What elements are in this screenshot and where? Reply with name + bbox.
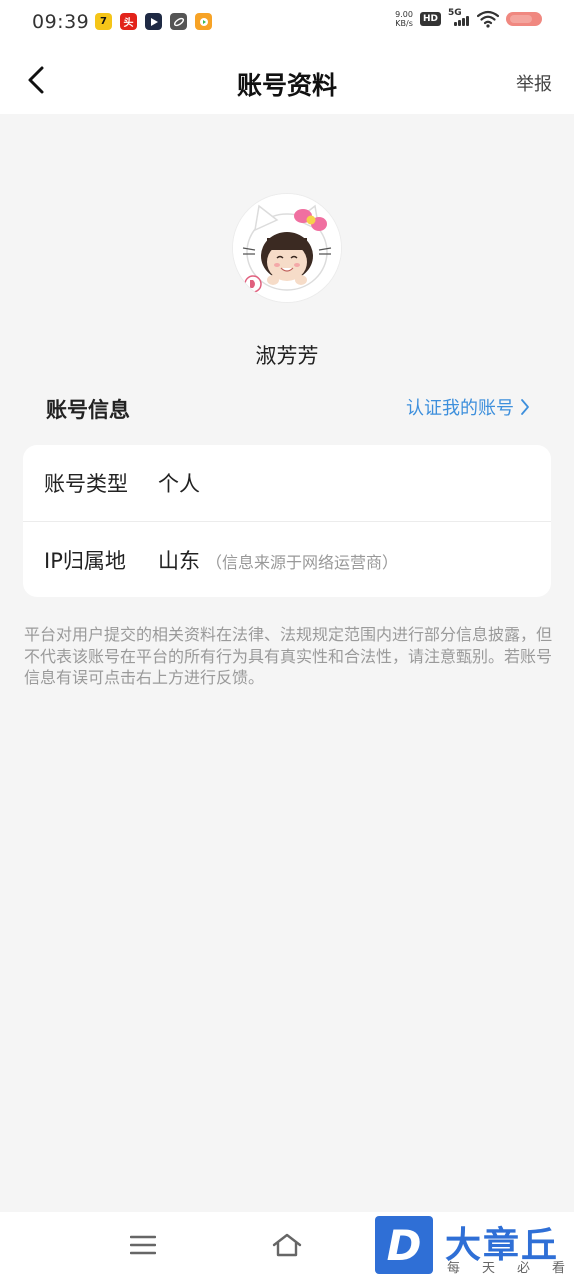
network-speed-value: 9.00 [395,10,413,19]
account-type-row: 账号类型 个人 [23,445,551,521]
nickname: 淑芳芳 [255,344,319,368]
disclaimer-text: 平台对用户提交的相关资料在法律、法规规定范围内进行部分信息披露，但不代表该账号在… [24,625,553,687]
app-7-icon: 7 [95,13,112,30]
player-app-icon [195,13,212,30]
video-app-icon [145,13,162,30]
verify-account-link[interactable]: 认证我的账号 [406,394,530,420]
wifi-icon [477,10,499,28]
ip-location-label: IP归属地 [44,548,126,573]
battery-icon [506,12,542,26]
account-type-value-wrap: 个人 [158,468,200,498]
report-button[interactable]: 举报 [516,70,552,96]
status-time: 09:39 [32,11,90,33]
status-bar: 09:39 7 头 9.00 KB/s HD 5G [0,0,574,46]
notification-icons: 7 头 [95,13,212,30]
hd-badge: HD [419,12,441,26]
ip-location-value: 山东 [158,548,200,573]
avatar[interactable] [233,194,341,302]
watermark-d-icon: D [375,1216,433,1274]
link-app-icon [170,13,187,30]
watermark-subtitle: 每天必看 [447,1261,574,1276]
page-title: 账号资料 [236,71,337,100]
home-button[interactable] [271,1232,303,1262]
account-info-card: 账号类型 个人 IP归属地 山东 （信息来源于网络运营商） [23,445,551,597]
signal-label: 5G [448,8,462,18]
verify-account-label: 认证我的账号 [406,398,514,419]
signal-icon: 5G [448,8,470,28]
chevron-right-icon [521,399,529,415]
account-type-label: 账号类型 [44,472,128,496]
watermark-letter: D [386,1220,422,1270]
menu-icon [129,1235,157,1255]
account-type-value: 个人 [158,472,200,496]
network-speed-unit: KB/s [395,19,413,28]
nav-bar: 账号资料 举报 [0,46,574,114]
watermark-logo: D 大章丘 每天必看 [375,1216,574,1280]
status-indicators: 9.00 KB/s HD 5G [395,8,542,28]
ip-location-value-wrap: 山东 （信息来源于网络运营商） [158,545,398,575]
account-info-heading: 账号信息 [46,398,130,422]
home-icon [272,1233,302,1257]
menu-button[interactable] [129,1234,157,1260]
network-speed: 9.00 KB/s [395,10,413,28]
news-app-icon: 头 [120,13,137,30]
avatar-image [233,194,341,302]
ip-source-note: （信息来源于网络运营商） [206,552,399,572]
ip-location-row: IP归属地 山东 （信息来源于网络运营商） [23,521,551,597]
